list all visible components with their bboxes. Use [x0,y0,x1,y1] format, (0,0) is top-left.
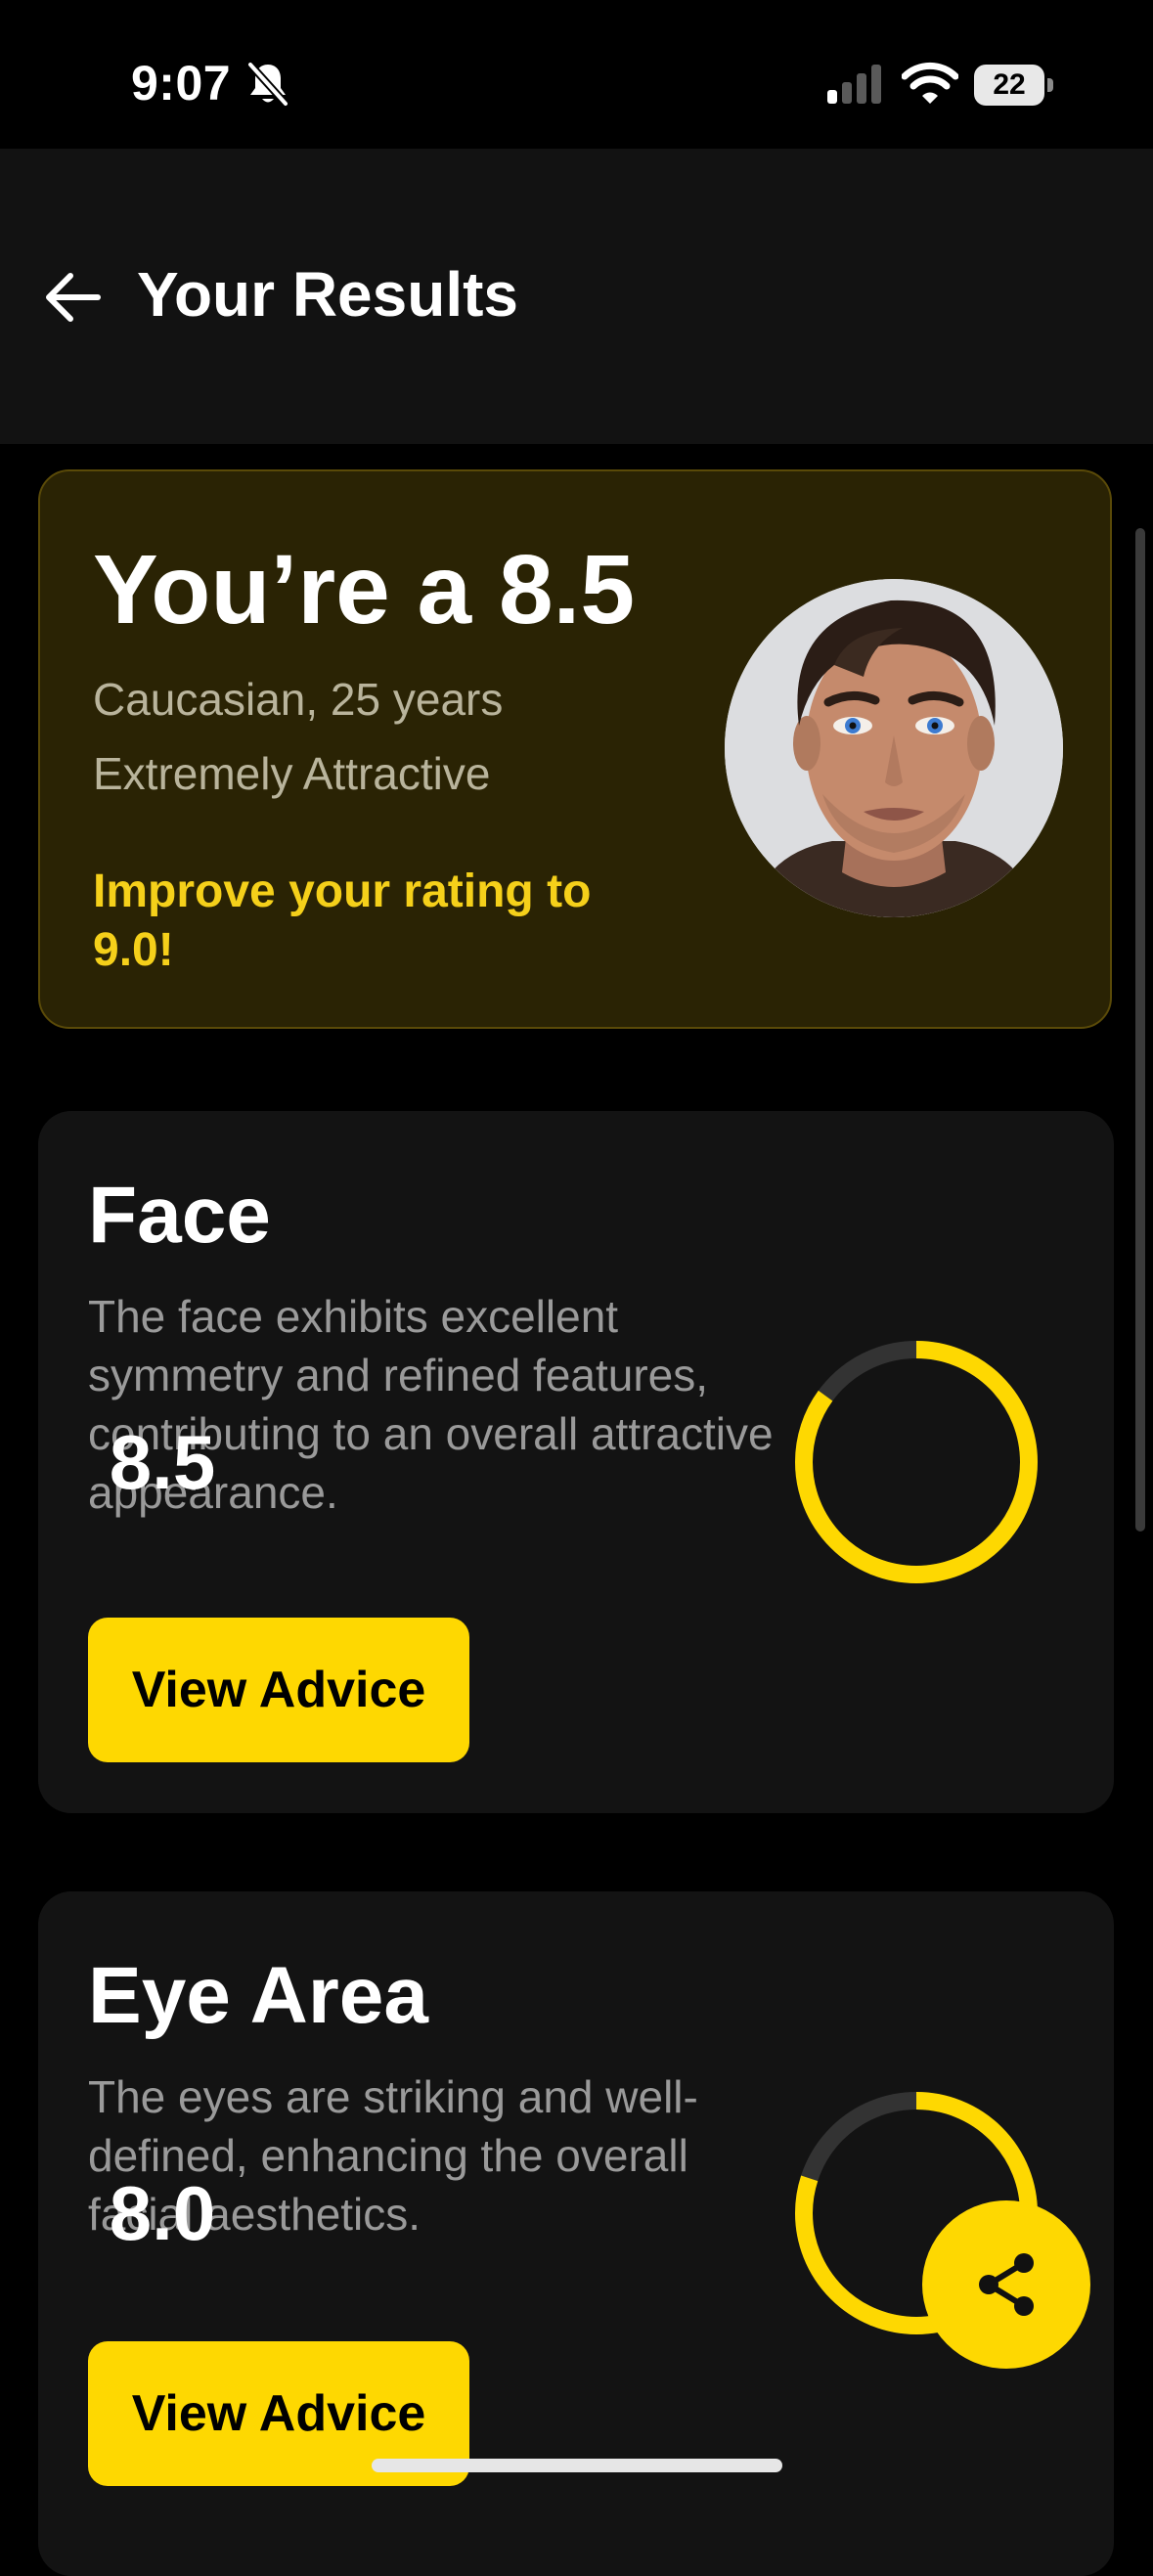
attractiveness-label: Extremely Attractive [93,748,491,799]
improve-rating-link[interactable]: Improve your rating to 9.0! [93,863,641,980]
score-value: 8.0 [109,2170,216,2256]
score-value: 8.5 [109,1419,216,1505]
share-button[interactable] [922,2200,1090,2369]
ethnicity-age: Caucasian, 25 years [93,674,504,725]
portrait-image [725,579,1063,917]
metric-title: Eye Area [88,1951,428,2040]
home-indicator [372,2459,782,2472]
bell-off-icon [246,61,289,108]
wifi-icon [902,62,958,104]
status-bar: 9:07 22 [0,0,1153,149]
arrow-left-icon[interactable] [39,262,110,333]
metric-title: Face [88,1171,271,1260]
page-title: Your Results [137,259,518,330]
signal-icon [827,65,881,104]
overall-score: You’re a 8.5 [93,535,635,644]
scrollbar[interactable] [1135,528,1145,1532]
app-header: Your Results [0,149,1153,444]
battery-icon: 22 [974,65,1054,106]
avatar [725,579,1063,917]
overall-rating-card: You’re a 8.5 Caucasian, 25 years Extreme… [38,469,1112,1029]
view-advice-button[interactable]: View Advice [88,1618,469,1762]
status-time: 9:07 [131,56,232,111]
share-icon [979,2253,1034,2316]
score-ring [795,1341,1038,1583]
battery-level: 22 [993,68,1026,101]
face-metric-card: Face The face exhibits excellent symmetr… [38,1111,1114,1813]
